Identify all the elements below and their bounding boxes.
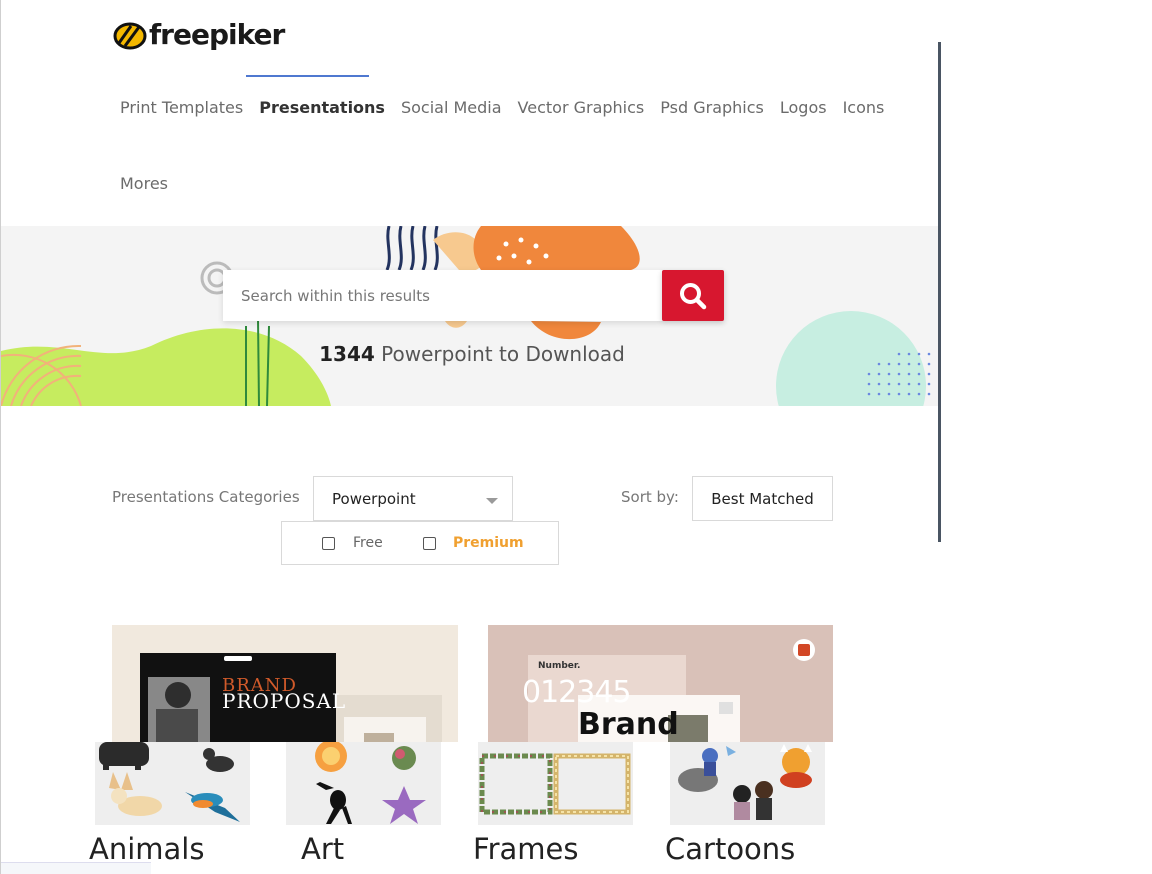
powerpoint-icon — [793, 639, 815, 661]
results-count: 1344 Powerpoint to Download — [1, 342, 941, 366]
nav-item-presentations[interactable]: Presentations — [259, 98, 385, 117]
hero-banner: 1344 Powerpoint to Download — [1, 226, 941, 406]
search-button[interactable] — [662, 270, 724, 321]
category-thumb-art[interactable] — [286, 742, 441, 825]
template-card[interactable]: BRAND PROPOSAL — [112, 625, 458, 742]
category-select[interactable]: Powerpoint — [313, 476, 513, 521]
animals-image — [95, 742, 250, 825]
search-icon — [680, 282, 707, 309]
art-image — [286, 742, 441, 825]
template-card[interactable]: Number. 012345 Brand — [488, 625, 833, 742]
frames-image — [478, 742, 633, 825]
card-digits: 012345 — [522, 675, 632, 710]
sort-label: Sort by: — [621, 488, 679, 506]
category-title-art[interactable]: Art — [301, 832, 344, 866]
category-title-cartoons[interactable]: Cartoons — [665, 832, 795, 866]
category-title-animals[interactable]: Animals — [89, 832, 204, 866]
category-select-value: Powerpoint — [332, 489, 416, 508]
category-thumb-frames[interactable] — [478, 742, 633, 825]
search-input[interactable] — [223, 270, 663, 321]
logo-mark-icon — [113, 17, 147, 51]
page: freepiker Print Templates Presentations … — [0, 0, 1152, 874]
main-nav: Print Templates Presentations Social Med… — [112, 98, 892, 117]
sort-select[interactable]: Best Matched — [692, 476, 833, 521]
nav-item-vector-graphics[interactable]: Vector Graphics — [518, 98, 645, 117]
nav-item-social-media[interactable]: Social Media — [401, 98, 502, 117]
card-number-label: Number. — [538, 661, 581, 671]
sort-select-value: Best Matched — [711, 489, 814, 508]
category-thumb-animals[interactable] — [95, 742, 250, 825]
nav-item-psd-graphics[interactable]: Psd Graphics — [660, 98, 764, 117]
license-filter-panel: Free Premium — [281, 521, 559, 565]
category-title-frames[interactable]: Frames — [473, 832, 578, 866]
brand-name: freepiker — [149, 17, 285, 51]
category-filter-label: Presentations Categories — [112, 488, 300, 506]
nav-item-logos[interactable]: Logos — [780, 98, 827, 117]
premium-checkbox[interactable] — [423, 537, 436, 550]
status-bar — [1, 862, 151, 874]
nav-active-underline — [246, 75, 369, 77]
blank-panel — [942, 0, 1152, 874]
brand-logo[interactable]: freepiker — [113, 14, 285, 54]
free-checkbox[interactable] — [322, 537, 335, 550]
nav-item-mores[interactable]: Mores — [120, 174, 168, 193]
nav-item-icons[interactable]: Icons — [843, 98, 885, 117]
card-title-line2: PROPOSAL — [222, 689, 347, 713]
category-thumb-cartoons[interactable] — [670, 742, 825, 825]
scroll-divider — [938, 42, 941, 542]
results-count-number: 1344 — [319, 342, 375, 366]
results-count-label: Powerpoint to Download — [381, 342, 625, 366]
chevron-down-icon — [486, 498, 498, 504]
premium-label[interactable]: Premium — [453, 535, 524, 551]
site-frame: freepiker Print Templates Presentations … — [0, 0, 941, 874]
nav-item-print-templates[interactable]: Print Templates — [120, 98, 243, 117]
card-brand-word: Brand — [578, 707, 679, 742]
cartoons-image — [670, 742, 825, 825]
free-label[interactable]: Free — [353, 535, 383, 551]
